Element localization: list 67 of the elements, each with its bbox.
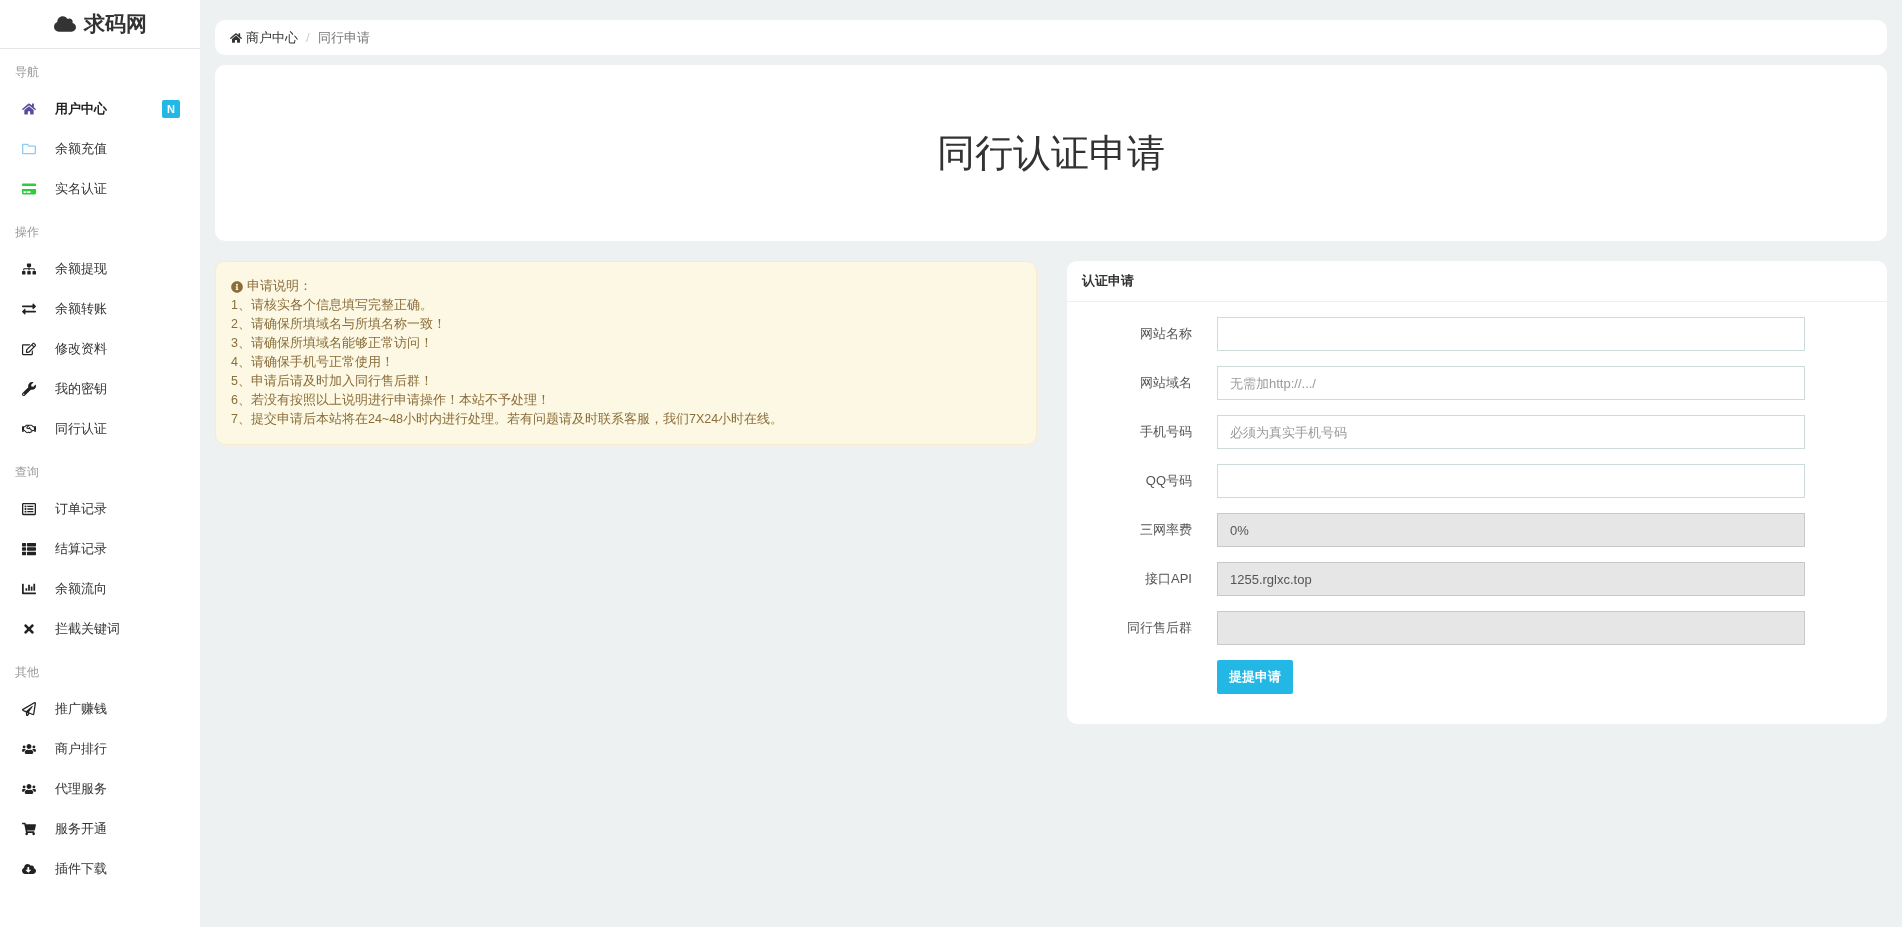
- input-field[interactable]: [1217, 317, 1805, 351]
- notice-title: 申请说明：: [247, 278, 312, 295]
- sitemap-icon: [22, 262, 36, 276]
- sidebar-item[interactable]: 我的密钥: [0, 369, 200, 409]
- sidebar-item[interactable]: 余额提现: [0, 249, 200, 289]
- users-icon: [22, 782, 36, 796]
- users-icon: [22, 742, 36, 756]
- list-icon: [22, 502, 36, 516]
- wrench-icon: [22, 382, 36, 396]
- cart-icon: [22, 822, 36, 836]
- breadcrumb-separator: /: [306, 28, 310, 47]
- sidebar-item[interactable]: 推广赚钱: [0, 689, 200, 729]
- notice-line: 5、申请后请及时加入同行售后群！: [231, 373, 434, 390]
- exchange-icon: [22, 302, 36, 316]
- cloud-download-icon: [22, 862, 36, 876]
- notice-line: 6、若没有按照以上说明进行申请操作！本站不予处理！: [231, 392, 551, 409]
- field-label: 手机号码: [1139, 423, 1193, 442]
- sidebar-heading: 导航: [14, 64, 40, 81]
- card-header: 认证申请: [1067, 261, 1887, 302]
- sidebar-item[interactable]: 余额充值: [0, 129, 200, 169]
- notice-line: 2、请确保所填域名与所填名称一致！: [231, 316, 447, 333]
- handshake-icon: [22, 422, 36, 436]
- sidebar-item[interactable]: 服务开通: [0, 809, 200, 849]
- sidebar-item[interactable]: 商户排行: [0, 729, 200, 769]
- breadcrumb-current: 同行申请: [317, 28, 370, 47]
- sidebar-item[interactable]: 代理服务: [0, 769, 200, 809]
- cloud-logo-icon: [53, 13, 76, 35]
- sidebar-heading: 其他: [14, 664, 40, 681]
- brand-name: 求码网: [83, 11, 147, 38]
- new-badge: N: [162, 99, 180, 119]
- sidebar-item[interactable]: 插件下载: [0, 849, 200, 889]
- paper-plane-icon: [22, 702, 36, 716]
- sidebar-item[interactable]: 实名认证: [0, 169, 200, 209]
- field-label: 网站域名: [1139, 374, 1193, 393]
- bar-chart-icon: [22, 582, 36, 596]
- edit-icon: [22, 342, 36, 356]
- notice-line: 7、提交申请后本站将在24~48小时内进行处理。若有问题请及时联系客服，我们7X24小时在线。: [231, 411, 785, 428]
- sidebar-item[interactable]: 余额转账: [0, 289, 200, 329]
- home-icon: [22, 102, 36, 116]
- sidebar-heading: 操作: [14, 224, 40, 241]
- field-label: 同行售后群: [1126, 619, 1193, 638]
- info-icon: [231, 280, 243, 293]
- field-label: 接口API: [1144, 570, 1193, 589]
- sidebar-item[interactable]: 修改资料: [0, 329, 200, 369]
- close-icon: [22, 622, 36, 636]
- sidebar-heading: 查询: [14, 464, 40, 481]
- sidebar-item[interactable]: 用户中心 N: [0, 89, 200, 129]
- page-title: 同行认证申请: [937, 130, 1165, 176]
- list-icon: [22, 542, 36, 556]
- field-label: 三网率费: [1139, 521, 1193, 540]
- notice-line: 3、请确保所填域名能够正常访问！: [231, 335, 434, 352]
- folder-icon: [22, 142, 36, 156]
- sidebar-item[interactable]: 拦截关键词: [0, 609, 200, 649]
- sidebar-item[interactable]: 余额流向: [0, 569, 200, 609]
- field-label: QQ号码: [1144, 472, 1193, 491]
- card-icon: [22, 182, 36, 196]
- input-field[interactable]: [1217, 464, 1805, 498]
- field-label: 网站名称: [1139, 325, 1193, 344]
- home-icon: [230, 31, 242, 44]
- sidebar-item[interactable]: 结算记录: [0, 529, 200, 569]
- sidebar-item[interactable]: 同行认证: [0, 409, 200, 449]
- notice-line: 4、请确保手机号正常使用！: [231, 354, 395, 371]
- input-field[interactable]: 必须为真实手机号码: [1217, 415, 1805, 449]
- breadcrumb-link[interactable]: 商户中心: [230, 27, 298, 48]
- input-field[interactable]: 无需加http://.../: [1217, 366, 1805, 400]
- notice-line: 1、请核实各个信息填写完整正确。: [231, 297, 434, 314]
- sidebar-item[interactable]: 订单记录: [0, 489, 200, 529]
